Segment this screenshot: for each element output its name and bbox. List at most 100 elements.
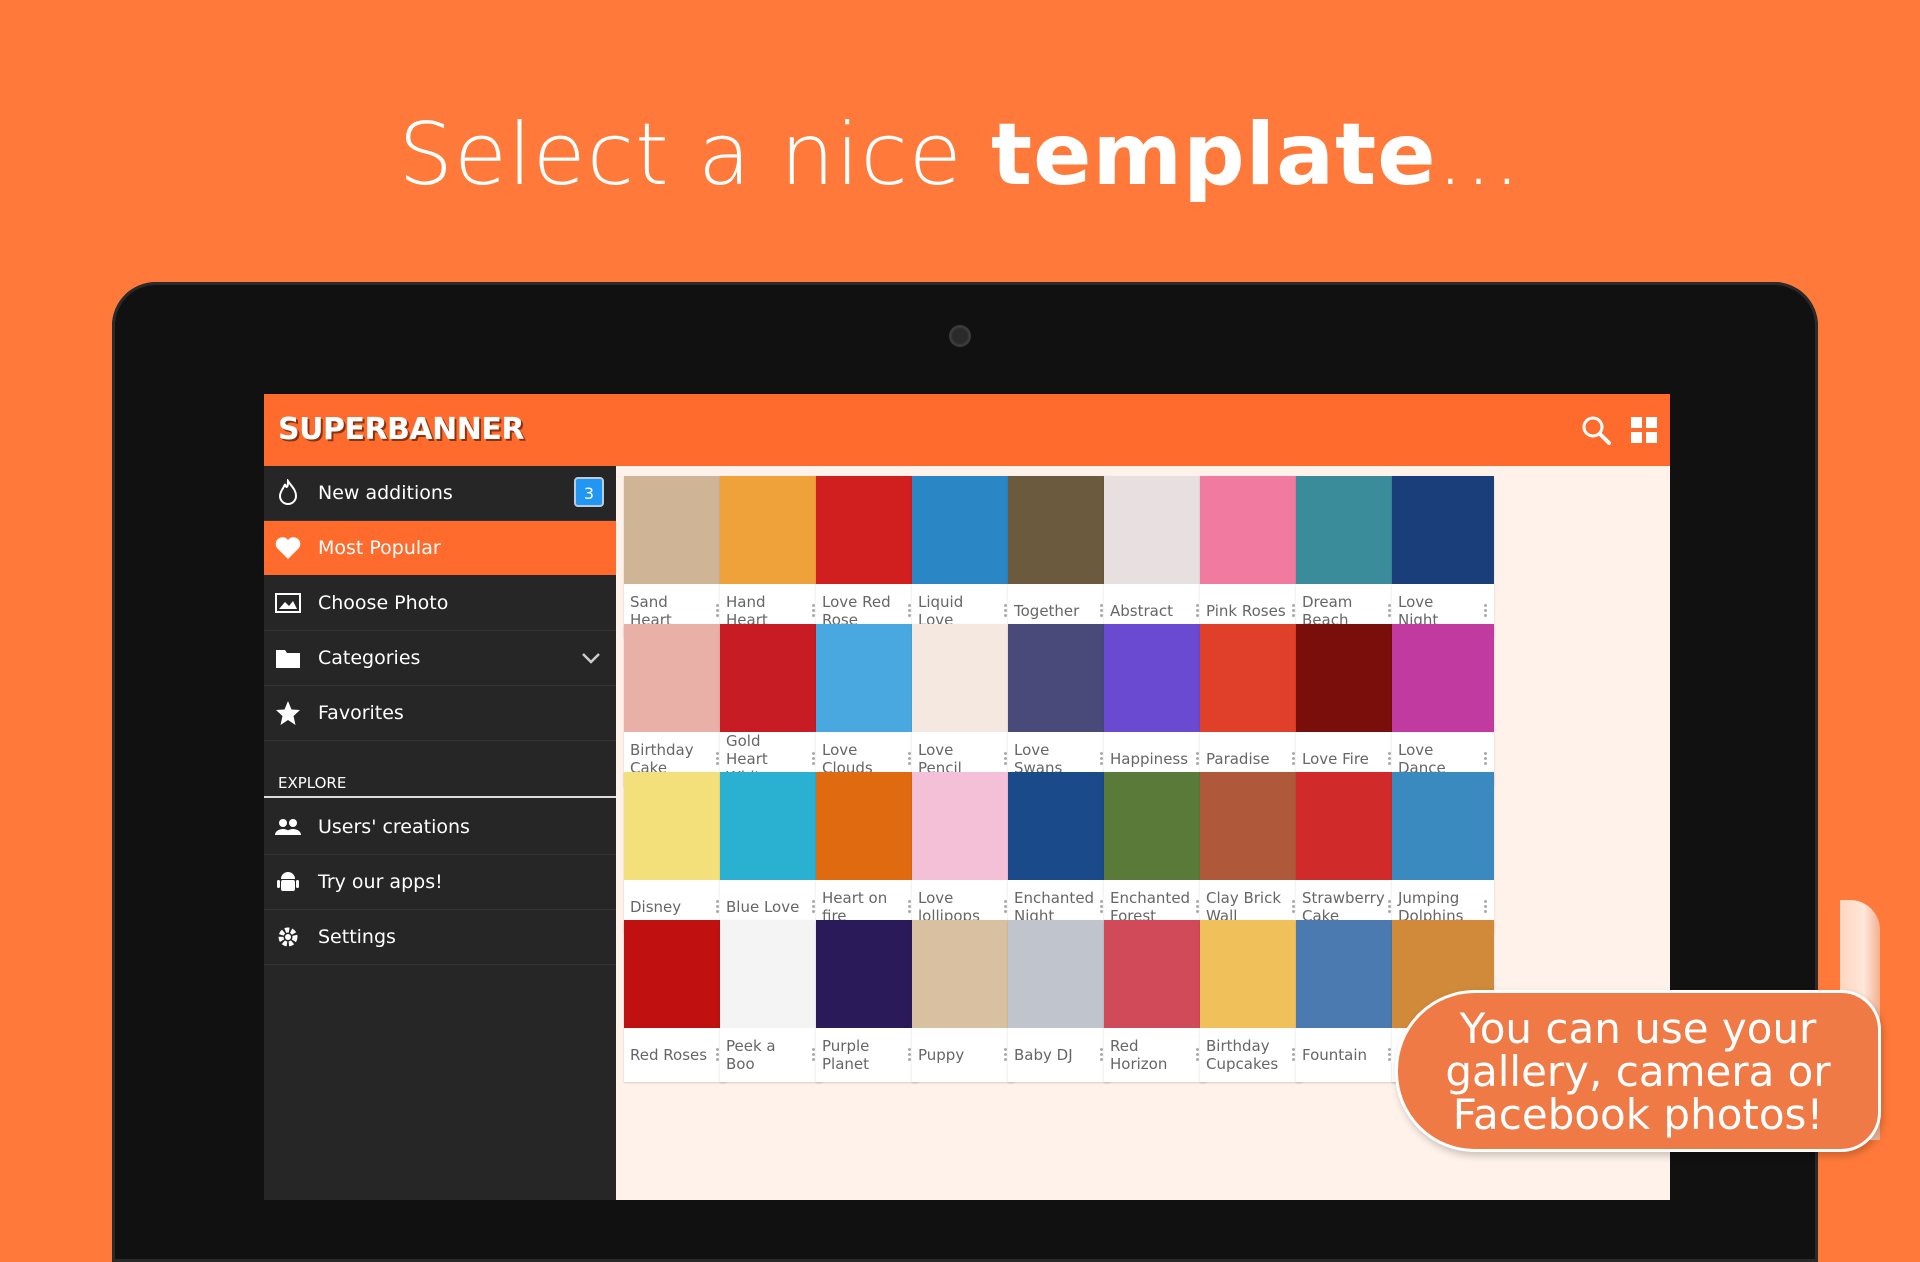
template-thumbnail bbox=[720, 772, 822, 880]
headline-bold: template bbox=[991, 105, 1437, 205]
drawer-item-most-popular[interactable]: Most Popular bbox=[264, 521, 616, 575]
folder-icon bbox=[276, 650, 300, 668]
template-thumbnail bbox=[1392, 476, 1494, 584]
template-tile[interactable]: Love Night bbox=[1392, 476, 1494, 638]
template-label: Red Horizon bbox=[1110, 1037, 1168, 1073]
template-tile[interactable]: Hand Heart bbox=[720, 476, 822, 638]
drawer-item-label: Most Popular bbox=[318, 537, 441, 559]
headline-tail: ... bbox=[1436, 105, 1522, 205]
template-thumbnail bbox=[720, 476, 822, 584]
template-tile[interactable]: Purple Planet bbox=[816, 920, 918, 1082]
drawer-item-users-creations[interactable]: Users' creations bbox=[264, 800, 616, 855]
template-tile[interactable]: Abstract bbox=[1104, 476, 1206, 638]
template-tile[interactable]: Love Swans bbox=[1008, 624, 1110, 786]
chevron-down-icon[interactable] bbox=[580, 647, 602, 669]
section-divider bbox=[264, 796, 616, 798]
drawer-item-try-our-apps[interactable]: Try our apps! bbox=[264, 855, 616, 910]
heart-icon bbox=[275, 537, 301, 559]
template-tile[interactable]: Disney bbox=[624, 772, 726, 934]
template-tile[interactable]: Peek a Boo bbox=[720, 920, 822, 1082]
search-icon[interactable] bbox=[1580, 414, 1612, 446]
template-tile[interactable]: Love Dance bbox=[1392, 624, 1494, 786]
template-thumbnail bbox=[1104, 476, 1206, 584]
navigation-drawer: New additions 3 Most Popular Choose Phot… bbox=[264, 466, 616, 1200]
template-thumbnail bbox=[1008, 624, 1110, 732]
template-tile[interactable]: Love Clouds bbox=[816, 624, 918, 786]
template-tile[interactable]: Enchanted Night bbox=[1008, 772, 1110, 934]
template-thumbnail bbox=[1296, 624, 1398, 732]
drawer-item-choose-photo[interactable]: Choose Photo bbox=[264, 576, 616, 631]
template-tile[interactable]: Blue Love bbox=[720, 772, 822, 934]
template-label: Red Roses bbox=[630, 1046, 708, 1064]
overflow-menu-icon[interactable] bbox=[1484, 752, 1488, 768]
template-tile[interactable]: Liquid Love bbox=[912, 476, 1014, 638]
grid-view-icon[interactable] bbox=[1628, 414, 1660, 446]
template-tile[interactable]: Gold Heart White bbox=[720, 624, 822, 786]
template-tile[interactable]: Birthday Cake bbox=[624, 624, 726, 786]
template-tile[interactable]: Dream Beach bbox=[1296, 476, 1398, 638]
template-thumbnail bbox=[1200, 476, 1302, 584]
drawer-item-label: Choose Photo bbox=[318, 592, 449, 614]
drawer-item-settings[interactable]: Settings bbox=[264, 910, 616, 965]
template-thumbnail bbox=[1104, 772, 1206, 880]
flame-icon bbox=[278, 479, 298, 505]
template-thumbnail bbox=[816, 476, 918, 584]
promo-line-1: You can use your bbox=[1459, 1004, 1817, 1053]
template-label: Baby DJ bbox=[1014, 1046, 1073, 1064]
android-icon bbox=[277, 872, 299, 891]
template-tile[interactable]: Clay Brick Wall bbox=[1200, 772, 1302, 934]
template-tile[interactable]: Jumping Dolphins bbox=[1392, 772, 1494, 934]
drawer-item-label: New additions bbox=[318, 482, 453, 504]
template-thumbnail bbox=[816, 920, 918, 1028]
template-tile[interactable]: Strawberry Cake bbox=[1296, 772, 1398, 934]
drawer-item-new-additions[interactable]: New additions 3 bbox=[264, 466, 616, 521]
template-tile[interactable]: Love Pencil bbox=[912, 624, 1014, 786]
template-tile[interactable]: Love Red Rose bbox=[816, 476, 918, 638]
template-tile[interactable]: Enchanted Forest bbox=[1104, 772, 1206, 934]
template-thumbnail bbox=[1392, 772, 1494, 880]
overflow-menu-icon[interactable] bbox=[1484, 900, 1488, 916]
template-thumbnail bbox=[1200, 920, 1302, 1028]
action-bar: SUPERBANNER bbox=[264, 394, 1670, 466]
drawer-item-categories[interactable]: Categories bbox=[264, 631, 616, 686]
template-thumbnail bbox=[912, 624, 1014, 732]
template-tile[interactable]: Sand Heart bbox=[624, 476, 726, 638]
app-title: SUPERBANNER bbox=[278, 412, 524, 447]
template-tile[interactable]: Fountain bbox=[1296, 920, 1398, 1082]
template-label: Purple Planet bbox=[822, 1037, 870, 1073]
overflow-menu-icon[interactable] bbox=[1484, 604, 1488, 620]
template-thumbnail bbox=[624, 624, 726, 732]
users-icon bbox=[275, 819, 301, 835]
template-thumbnail bbox=[1104, 920, 1206, 1028]
drawer-item-label: Users' creations bbox=[318, 816, 470, 838]
photo-icon bbox=[275, 593, 301, 613]
template-thumbnail bbox=[1200, 772, 1302, 880]
section-title-explore: EXPLORE bbox=[278, 774, 347, 792]
template-label: Fountain bbox=[1302, 1046, 1368, 1064]
template-tile[interactable]: Birthday Cupcakes bbox=[1200, 920, 1302, 1082]
template-tile[interactable]: Pink Roses bbox=[1200, 476, 1302, 638]
template-tile[interactable]: Red Horizon bbox=[1104, 920, 1206, 1082]
drawer-item-label: Favorites bbox=[318, 702, 404, 724]
template-tile[interactable]: Love Fire bbox=[1296, 624, 1398, 786]
template-tile[interactable]: Love lollipops bbox=[912, 772, 1014, 934]
template-tile[interactable]: Red Roses bbox=[624, 920, 726, 1082]
template-label: Puppy bbox=[918, 1046, 965, 1064]
template-thumbnail bbox=[816, 624, 918, 732]
template-tile[interactable]: Together bbox=[1008, 476, 1110, 638]
template-thumbnail bbox=[1008, 772, 1110, 880]
template-tile[interactable]: Heart on fire bbox=[816, 772, 918, 934]
template-tile[interactable]: Puppy bbox=[912, 920, 1014, 1082]
template-thumbnail bbox=[1104, 624, 1206, 732]
new-additions-badge: 3 bbox=[574, 477, 604, 507]
template-thumbnail bbox=[624, 920, 726, 1028]
promo-bubble: You can use your gallery, camera or Face… bbox=[1395, 990, 1881, 1152]
star-icon bbox=[276, 701, 300, 725]
template-thumbnail bbox=[816, 772, 918, 880]
drawer-item-favorites[interactable]: Favorites bbox=[264, 686, 616, 741]
drawer-item-label: Settings bbox=[318, 926, 396, 948]
template-tile[interactable]: Baby DJ bbox=[1008, 920, 1110, 1082]
headline-light: Select a nice bbox=[398, 105, 992, 205]
template-tile[interactable]: Paradise bbox=[1200, 624, 1302, 786]
template-tile[interactable]: Happiness bbox=[1104, 624, 1206, 786]
